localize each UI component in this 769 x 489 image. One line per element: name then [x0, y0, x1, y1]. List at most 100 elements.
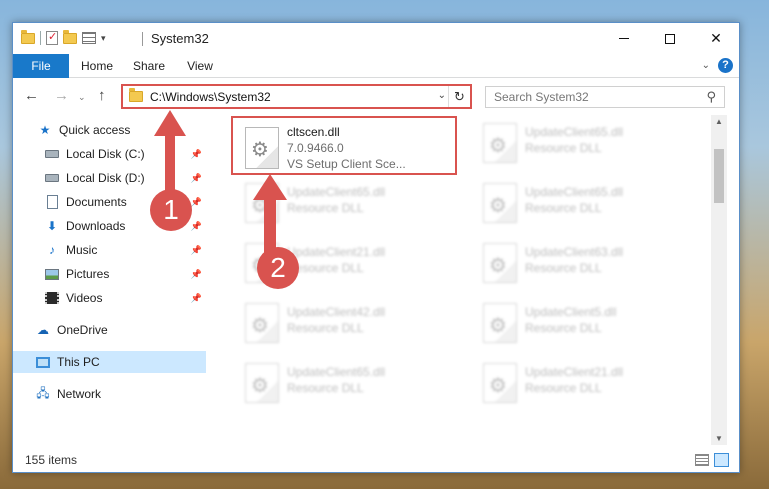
qat-dropdown-icon[interactable]: ▾ [101, 33, 106, 44]
recent-locations-icon[interactable]: ⌄ [78, 92, 86, 103]
dll-file-icon: ⚙ [483, 303, 517, 343]
sidebar-item-label: Network [57, 387, 102, 401]
help-icon[interactable]: ? [718, 58, 733, 73]
folder-icon [21, 29, 35, 44]
back-arrow-icon[interactable]: ← [24, 87, 39, 104]
tiles-view-icon[interactable] [714, 453, 729, 467]
maximize-icon [665, 33, 675, 44]
music-icon: ♪ [49, 243, 55, 257]
this-pc-icon [36, 355, 50, 369]
new-folder-icon[interactable] [63, 29, 77, 44]
search-input[interactable] [486, 87, 696, 107]
minimize-button[interactable] [601, 23, 647, 54]
close-button[interactable]: ✕ [693, 23, 739, 54]
sidebar-item-videos[interactable]: Videos 📌 [13, 287, 206, 309]
file-type: Resource DLL [287, 201, 364, 215]
sidebar-item-label: Downloads [66, 219, 126, 233]
explorer-window: ▾ System32 ✕ File Home Share View ⌄ ? ← … [12, 22, 740, 473]
file-name: UpdateClient65.dll [525, 125, 624, 139]
file-type: Resource DLL [525, 201, 602, 215]
pin-icon: 📌 [190, 244, 202, 255]
details-view-icon[interactable] [695, 454, 709, 466]
tab-home[interactable]: Home [73, 54, 121, 78]
dll-file-icon: ⚙ [483, 243, 517, 283]
file-name: UpdateClient65.dll [287, 185, 386, 199]
maximize-button[interactable] [647, 23, 693, 54]
dll-file-icon: ⚙ [483, 363, 517, 403]
network-icon: 🖧 [36, 385, 50, 400]
file-type: Resource DLL [525, 321, 602, 335]
file-tile[interactable]: ⚙ UpdateClient65.dll Resource DLL [237, 363, 467, 419]
navigation-bar: ← → ⌄ ↑ C:\Windows\System32 ⌄ ↻ ⚲ [13, 79, 739, 113]
gear-icon: ⚙ [489, 375, 507, 397]
vertical-scrollbar[interactable]: ▲ ▼ [711, 115, 727, 445]
sidebar-item-label: Videos [66, 291, 103, 305]
file-tile[interactable]: ⚙ UpdateClient65.dll Resource DLL [475, 123, 705, 179]
file-tile[interactable]: ⚙ UpdateClient21.dll Resource DLL [475, 363, 705, 419]
scrollbar-thumb[interactable] [714, 149, 724, 203]
file-type: Resource DLL [525, 261, 602, 275]
annotation-badge-2: 2 [257, 247, 299, 289]
sidebar-item-onedrive[interactable]: ☁ OneDrive [13, 319, 206, 341]
sidebar-item-label: This PC [57, 355, 100, 369]
gear-icon: ⚙ [251, 375, 269, 397]
annotation-badge-1: 1 [150, 189, 192, 231]
dll-file-icon: ⚙ [483, 183, 517, 223]
dll-file-icon: ⚙ [483, 123, 517, 163]
file-tile[interactable]: ⚙ UpdateClient5.dll Resource DLL [475, 303, 705, 359]
address-path[interactable]: C:\Windows\System32 [150, 90, 271, 104]
file-tile[interactable]: ⚙ UpdateClient42.dll Resource DLL [237, 303, 467, 359]
search-box[interactable]: ⚲ [485, 86, 725, 108]
forward-arrow-icon[interactable]: → [54, 87, 69, 104]
gear-icon: ⚙ [489, 255, 507, 277]
file-name: UpdateClient65.dll [287, 365, 386, 379]
file-type: Resource DLL [525, 141, 602, 155]
file-type: Resource DLL [525, 381, 602, 395]
window-title: System32 [151, 31, 209, 46]
tab-share[interactable]: Share [125, 54, 173, 78]
sidebar-item-label: OneDrive [57, 323, 108, 337]
pictures-icon [45, 267, 59, 281]
file-type: Resource DLL [287, 381, 364, 395]
sidebar-item-pictures[interactable]: Pictures 📌 [13, 263, 206, 285]
properties-icon[interactable] [46, 30, 58, 45]
search-icon[interactable]: ⚲ [706, 89, 716, 105]
file-type: Resource DLL [287, 321, 364, 335]
ribbon-controls: ⌄ ? [702, 58, 733, 73]
sidebar-item-label: Quick access [59, 123, 131, 137]
file-name: UpdateClient5.dll [525, 305, 617, 319]
file-tile[interactable]: ⚙ UpdateClient63.dll Resource DLL [475, 243, 705, 299]
sidebar-item-label: Local Disk (C:) [66, 147, 145, 161]
address-bar[interactable]: C:\Windows\System32 ⌄ ↻ [121, 84, 472, 109]
file-tile[interactable]: ⚙ UpdateClient65.dll Resource DLL [475, 183, 705, 239]
gear-icon: ⚙ [489, 315, 507, 337]
minimize-icon [619, 38, 629, 39]
disk-icon [45, 147, 59, 161]
tab-view[interactable]: View [177, 54, 223, 78]
up-arrow-icon[interactable]: ↑ [98, 87, 106, 104]
view-layout-icon[interactable] [82, 32, 96, 44]
downloads-icon: ⬇ [46, 219, 58, 233]
scroll-down-icon[interactable]: ▼ [715, 434, 723, 443]
expand-ribbon-icon[interactable]: ⌄ [702, 60, 710, 71]
sidebar-item-this-pc[interactable]: This PC [13, 351, 206, 373]
tab-file[interactable]: File [13, 54, 69, 78]
pin-icon: 📌 [190, 196, 202, 207]
sidebar-item-music[interactable]: ♪ Music 📌 [13, 239, 206, 261]
pin-icon: 📌 [190, 220, 202, 231]
pin-icon: 📌 [190, 172, 202, 183]
gear-icon: ⚙ [251, 315, 269, 337]
sidebar-item-network[interactable]: 🖧 Network [13, 383, 206, 405]
onedrive-icon: ☁ [37, 323, 49, 337]
title-divider [142, 32, 143, 46]
scroll-up-icon[interactable]: ▲ [715, 117, 723, 126]
sidebar-item-label: Music [66, 243, 98, 257]
videos-icon [45, 291, 59, 305]
title-bar: ▾ System32 ✕ [13, 23, 739, 54]
documents-icon [45, 195, 59, 209]
star-icon: ★ [39, 123, 51, 137]
gear-icon: ⚙ [489, 195, 507, 217]
address-dropdown-icon[interactable]: ⌄ [438, 90, 446, 101]
close-icon: ✕ [710, 30, 722, 46]
refresh-icon[interactable]: ↻ [448, 86, 470, 107]
